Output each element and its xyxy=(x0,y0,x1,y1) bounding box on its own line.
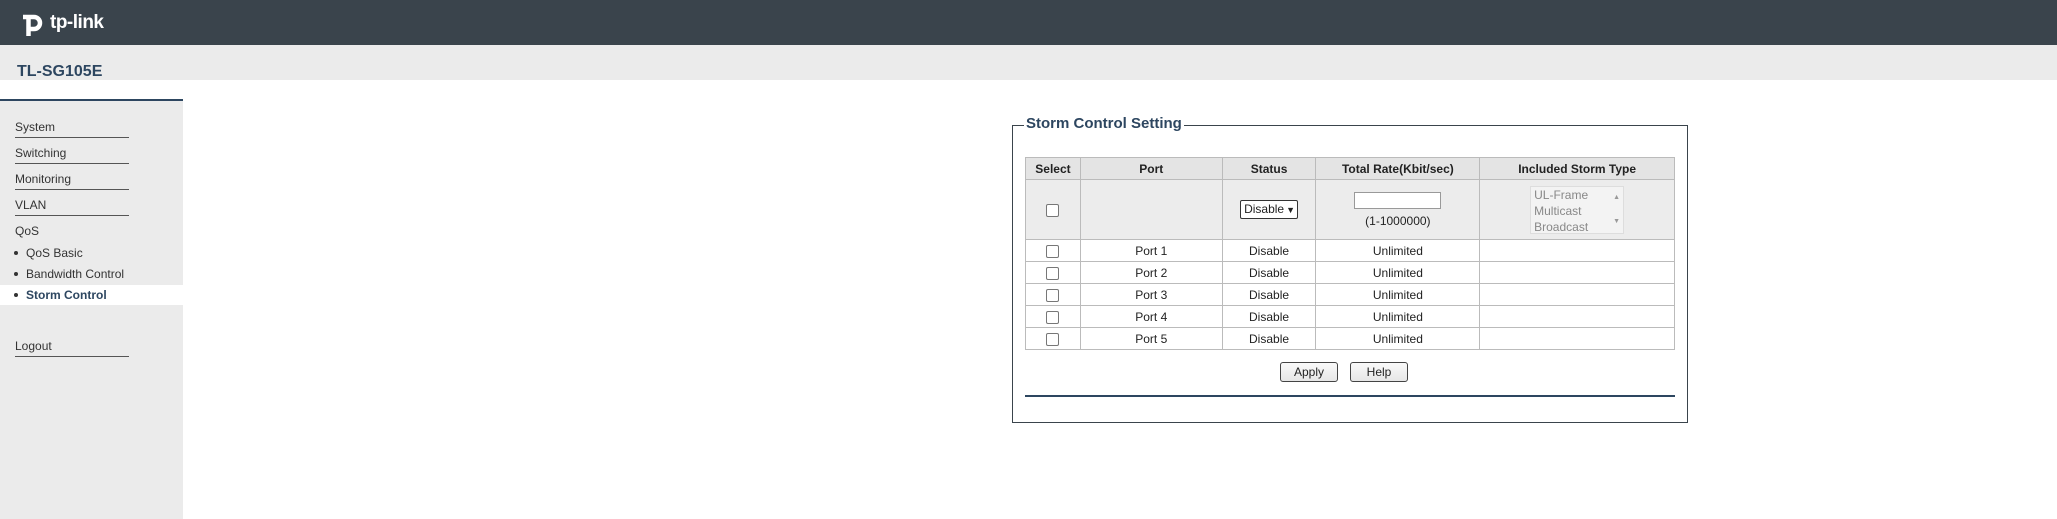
storm-type-cell xyxy=(1479,305,1675,328)
storm-type-cell xyxy=(1479,239,1675,262)
row-checkbox[interactable] xyxy=(1046,332,1060,346)
storm-type-option[interactable]: Multicast xyxy=(1534,203,1623,219)
bullet-icon xyxy=(14,250,18,255)
storm-type-listbox[interactable]: UL-Frame Multicast Broadcast ▲ ▼ xyxy=(1530,185,1625,235)
apply-button[interactable]: Apply xyxy=(1280,362,1338,382)
row-select-cell xyxy=(1025,261,1081,284)
table-row: Port 4 Disable Unlimited xyxy=(1025,305,1675,328)
port-cell: Port 3 xyxy=(1079,283,1223,306)
rate-cell: Unlimited xyxy=(1315,283,1481,306)
status-cell: Disable xyxy=(1221,305,1317,328)
table-row: Port 5 Disable Unlimited xyxy=(1025,327,1675,350)
sidebar-item-vlan[interactable]: VLAN xyxy=(15,198,129,216)
storm-type-cell xyxy=(1479,327,1675,350)
storm-type-cell xyxy=(1479,261,1675,284)
row-checkbox[interactable] xyxy=(1046,244,1060,258)
settings-storm-type-cell: UL-Frame Multicast Broadcast ▲ ▼ xyxy=(1479,179,1675,240)
rate-cell: Unlimited xyxy=(1315,305,1481,328)
status-cell: Disable xyxy=(1221,327,1317,350)
scroll-down-icon[interactable]: ▼ xyxy=(1613,214,1620,230)
status-select[interactable]: Disable ▼ xyxy=(1240,200,1299,219)
select-all-cell xyxy=(1025,179,1081,240)
settings-rate-cell: (1-1000000) xyxy=(1315,179,1481,240)
row-select-cell xyxy=(1025,305,1081,328)
row-checkbox[interactable] xyxy=(1046,266,1060,280)
panel-divider xyxy=(1025,395,1675,397)
settings-row: Disable ▼ (1-1000000) UL-Frame Multicast … xyxy=(1025,179,1675,240)
total-rate-input[interactable] xyxy=(1354,191,1442,209)
logo-text: tp-link xyxy=(50,12,104,33)
sidebar-subitem-qos-basic[interactable]: QoS Basic xyxy=(0,243,183,263)
status-cell: Disable xyxy=(1221,261,1317,284)
port-cell: Port 5 xyxy=(1079,327,1223,350)
sidebar-item-switching[interactable]: Switching xyxy=(15,146,129,164)
panel-title: Storm Control Setting xyxy=(1024,115,1184,132)
status-cell: Disable xyxy=(1221,283,1317,306)
row-checkbox[interactable] xyxy=(1046,310,1060,324)
subitem-label: Storm Control xyxy=(26,288,107,302)
sidebar-item-qos[interactable]: QoS xyxy=(15,224,39,238)
port-cell: Port 2 xyxy=(1079,261,1223,284)
listbox-scrollbar[interactable]: ▲ ▼ xyxy=(1611,187,1623,233)
rate-cell: Unlimited xyxy=(1315,239,1481,262)
port-cell: Port 4 xyxy=(1079,305,1223,328)
bullet-icon xyxy=(14,271,18,276)
settings-status-cell: Disable ▼ xyxy=(1221,179,1317,240)
scroll-up-icon[interactable]: ▲ xyxy=(1613,190,1620,206)
subitem-label: Bandwidth Control xyxy=(26,267,125,281)
table-header-row: Select Port Status Total Rate(Kbit/sec) … xyxy=(1025,157,1675,180)
rate-cell: Unlimited xyxy=(1315,261,1481,284)
bullet-icon xyxy=(14,292,18,297)
rate-range-hint: (1-1000000) xyxy=(1365,213,1431,228)
storm-type-option[interactable]: UL-Frame xyxy=(1534,187,1623,203)
top-bar: tp-link xyxy=(0,0,2057,45)
column-header-select: Select xyxy=(1025,157,1081,180)
storm-type-option[interactable]: Broadcast xyxy=(1534,219,1623,235)
table-row: Port 2 Disable Unlimited xyxy=(1025,261,1675,284)
status-select-value: Disable xyxy=(1244,202,1285,216)
status-cell: Disable xyxy=(1221,239,1317,262)
column-header-status: Status xyxy=(1221,157,1317,180)
row-select-cell xyxy=(1025,283,1081,306)
logout-link[interactable]: Logout xyxy=(15,339,129,357)
row-select-cell xyxy=(1025,239,1081,262)
sidebar: System Switching Monitoring VLAN QoS QoS… xyxy=(0,101,183,519)
table-row: Port 3 Disable Unlimited xyxy=(1025,283,1675,306)
subitem-label: QoS Basic xyxy=(26,246,83,260)
storm-control-table: Select Port Status Total Rate(Kbit/sec) … xyxy=(1025,157,1675,350)
sidebar-item-system[interactable]: System xyxy=(15,120,129,138)
model-bar xyxy=(0,45,2057,80)
settings-port-cell xyxy=(1079,179,1223,240)
tp-link-logo-icon xyxy=(23,14,43,36)
tp-link-logo: tp-link xyxy=(16,7,104,39)
storm-type-cell xyxy=(1479,283,1675,306)
column-header-port: Port xyxy=(1079,157,1223,180)
column-header-storm-type: Included Storm Type xyxy=(1479,157,1675,180)
sidebar-subitem-storm-control[interactable]: Storm Control xyxy=(0,285,183,305)
sidebar-item-monitoring[interactable]: Monitoring xyxy=(15,172,129,190)
port-cell: Port 1 xyxy=(1079,239,1223,262)
sidebar-subitem-bandwidth-control[interactable]: Bandwidth Control xyxy=(0,264,183,284)
table-row: Port 1 Disable Unlimited xyxy=(1025,239,1675,262)
column-header-total-rate: Total Rate(Kbit/sec) xyxy=(1315,157,1481,180)
model-name: TL-SG105E xyxy=(17,63,103,80)
help-button[interactable]: Help xyxy=(1350,362,1408,382)
row-select-cell xyxy=(1025,327,1081,350)
row-checkbox[interactable] xyxy=(1046,288,1060,302)
select-all-checkbox[interactable] xyxy=(1046,203,1060,217)
rate-cell: Unlimited xyxy=(1315,327,1481,350)
chevron-down-icon: ▼ xyxy=(1286,205,1296,215)
